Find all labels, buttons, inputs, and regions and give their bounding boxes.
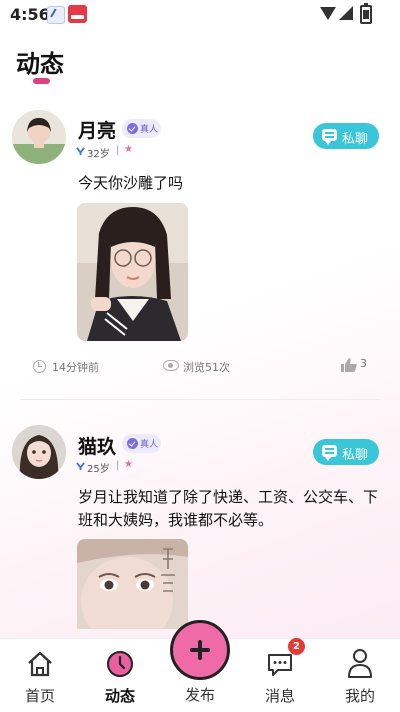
verified-badge: 真人 [122, 434, 161, 453]
verified-badge-label: 真人 [140, 125, 159, 135]
eye-icon [163, 360, 179, 371]
profile-icon [348, 649, 372, 678]
star-icon: ★ [124, 459, 133, 470]
meta-separator: | [116, 145, 120, 156]
verified-check-icon [127, 123, 138, 134]
divider [20, 399, 380, 400]
title-underline [33, 78, 50, 84]
female-icon [76, 147, 85, 156]
private-chat-button[interactable]: 私聊 [313, 123, 379, 149]
user-name[interactable]: 月亮 [78, 116, 116, 143]
tab-mine-label: 我的 [344, 687, 375, 705]
view-count: 浏览51次 [183, 361, 230, 374]
chat-bubble-icon [322, 129, 337, 145]
publish-label: 发布 [184, 686, 215, 704]
message-icon [268, 654, 292, 676]
publish-button[interactable] [170, 620, 230, 680]
post-text: 今天你沙雕了吗 [78, 174, 184, 192]
home-icon [28, 651, 52, 677]
status-time: 4:56 [10, 5, 50, 24]
tab-mine[interactable]: 我的 [320, 639, 400, 712]
wifi-icon [320, 7, 336, 20]
avatar[interactable] [12, 110, 66, 164]
tab-home-label: 首页 [24, 687, 55, 705]
like-count: 3 [360, 357, 367, 370]
tab-home[interactable]: 首页 [0, 639, 80, 712]
tab-messages[interactable]: 2 消息 [240, 638, 320, 712]
app-notification-icon [68, 5, 87, 23]
star-icon: ★ [124, 144, 133, 155]
female-icon [76, 462, 85, 471]
post-stats: 14分钟前 浏览51次 3 [0, 357, 400, 377]
post-photo[interactable] [77, 203, 188, 341]
status-bar: 4:56 [0, 0, 400, 28]
app-notification-icon [47, 6, 65, 24]
tab-dynamic[interactable]: 动态 [80, 639, 160, 712]
user-age: 25岁 [87, 464, 110, 475]
user-name[interactable]: 猫玖 [78, 432, 116, 459]
thumbs-up-icon[interactable] [341, 358, 357, 372]
verified-check-icon [127, 438, 138, 449]
unread-badge: 2 [288, 638, 305, 655]
post-photo[interactable] [77, 539, 188, 629]
private-chat-label: 私聊 [342, 132, 369, 147]
verified-badge: 真人 [122, 119, 161, 138]
meta-separator: | [116, 460, 120, 471]
dynamic-clock-icon [107, 651, 133, 677]
verified-badge-label: 真人 [140, 440, 159, 450]
clock-icon [33, 360, 46, 373]
avatar[interactable] [12, 425, 66, 479]
private-chat-button[interactable]: 私聊 [313, 439, 379, 465]
tab-dynamic-label: 动态 [104, 687, 135, 705]
post-time: 14分钟前 [52, 361, 99, 374]
page-title: 动态 [16, 50, 64, 78]
battery-icon [360, 3, 372, 24]
signal-icon [339, 6, 353, 20]
tab-messages-label: 消息 [264, 687, 295, 705]
user-age: 32岁 [87, 149, 110, 160]
post-text: 岁月让我知道了除了快递、工资、公交车、下班和大姨妈，我谁都不必等。 [78, 488, 379, 529]
private-chat-label: 私聊 [342, 448, 369, 463]
chat-bubble-icon [322, 445, 337, 461]
